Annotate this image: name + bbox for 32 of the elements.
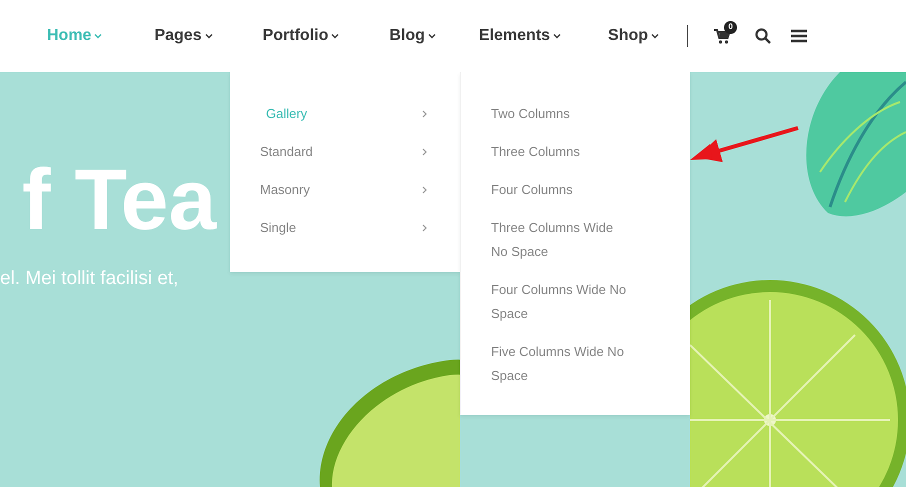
submenu-item[interactable]: Two Columns bbox=[461, 95, 690, 133]
menu-item[interactable]: Gallery bbox=[230, 95, 460, 133]
caret-icon bbox=[204, 33, 213, 39]
search-button[interactable] bbox=[755, 28, 772, 44]
caret-icon bbox=[428, 33, 436, 39]
nav-link[interactable]: Shop bbox=[608, 24, 660, 48]
nav-link[interactable]: Portfolio bbox=[262, 24, 340, 48]
chevron-right-icon bbox=[422, 186, 427, 194]
submenu-item[interactable]: Four Columns Wide No Space bbox=[461, 271, 690, 333]
nav-link[interactable]: Home bbox=[47, 24, 102, 48]
submenu-item[interactable]: Three Columns bbox=[461, 133, 690, 171]
menu-button[interactable] bbox=[791, 29, 808, 43]
nav-link[interactable]: Elements bbox=[478, 24, 562, 48]
chevron-right-icon bbox=[422, 110, 427, 118]
chevron-right-icon bbox=[422, 148, 427, 156]
caret-icon bbox=[331, 33, 340, 39]
hero-text: el. Mei tollit facilisi et, bbox=[0, 267, 178, 291]
caret-icon bbox=[651, 33, 660, 39]
submenu-item[interactable]: Five Columns Wide No Space bbox=[461, 333, 690, 395]
nav-link[interactable]: Blog bbox=[389, 24, 436, 48]
submenu-item[interactable]: Four Columns bbox=[461, 171, 690, 209]
caret-icon bbox=[94, 33, 102, 39]
menu-item[interactable]: Masonry bbox=[230, 171, 460, 209]
hero-title: f Tea bbox=[21, 151, 216, 243]
menu-item[interactable]: Single bbox=[230, 209, 460, 247]
menu-item[interactable]: Standard bbox=[230, 133, 460, 171]
submenu-item[interactable]: Three Columns Wide No Space bbox=[461, 209, 690, 271]
nav-link[interactable]: Pages bbox=[154, 24, 213, 48]
cart-count-badge: 0 bbox=[724, 20, 738, 34]
chevron-right-icon bbox=[422, 224, 427, 232]
caret-icon bbox=[553, 33, 562, 39]
cart-button[interactable] bbox=[714, 28, 730, 44]
